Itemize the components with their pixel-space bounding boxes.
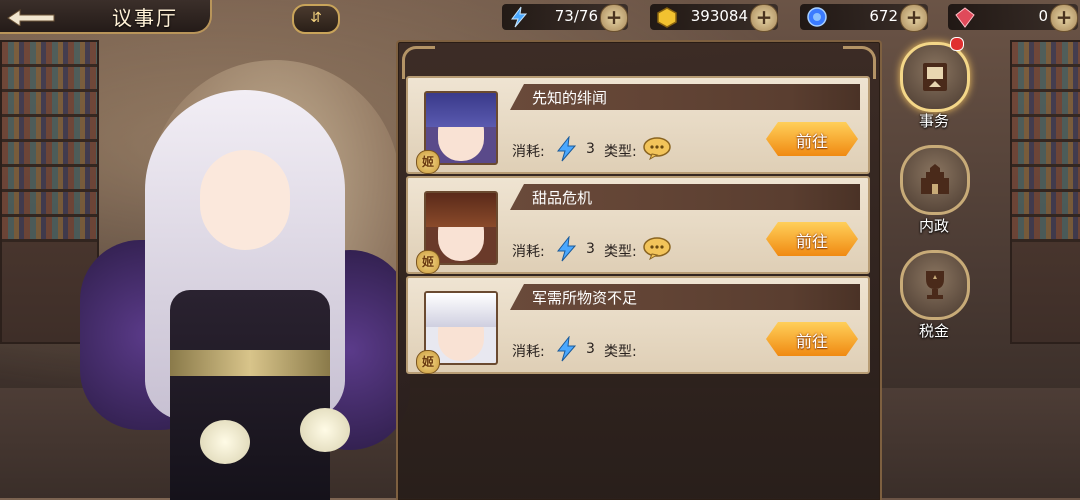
notification-dot [950,37,964,51]
task-card: 姬 军需所物资不足 消耗: 3 类型: 前往 [406,276,870,374]
stamina-value: 73/76 [554,7,598,25]
side-menu-affairs[interactable] [900,42,970,112]
princess-badge: 姬 [416,250,440,274]
cost-value: 3 [586,141,595,157]
scroll-icon: ⇵ [310,10,322,26]
stamina-add-button[interactable]: + [600,4,628,32]
task-card: 姬 甜品危机 消耗: 3 类型: 前往 [406,176,870,274]
resource-red-gem: 0 + [948,4,1078,32]
cost-value: 3 [586,341,595,357]
cost-label: 消耗: [512,344,545,360]
task-panel: 姬 先知的绯闻 消耗: 3 类型: 前往 姬 甜品危机 消耗: 3 类型: 前往… [396,40,882,500]
type-label: 类型: [604,344,637,360]
task-title: 军需所物资不足 [532,289,638,307]
back-arrow-icon [7,9,55,27]
gold-add-button[interactable]: + [750,4,778,32]
princess-badge: 姬 [416,150,440,174]
red-gem-add-button[interactable]: + [1050,4,1078,32]
go-button[interactable]: 前往 [766,122,858,156]
character-illustration [60,90,410,500]
side-menu-tax[interactable] [900,250,970,320]
side-menu-domestic[interactable] [900,145,970,215]
title-plate: 议事厅 [0,0,212,34]
bookshelf-right [1010,40,1080,344]
lightning-icon [556,236,577,262]
cost-label: 消耗: [512,144,545,160]
scroll-button[interactable]: ⇵ [292,4,340,34]
red-gem-value: 0 [1038,7,1048,25]
go-button-label: 前往 [795,232,828,251]
task-title-banner: 军需所物资不足 [510,284,860,310]
resource-blue-gem: 672 + [800,4,928,32]
back-button[interactable] [6,6,56,27]
task-title: 先知的绯闻 [532,89,608,107]
task-title: 甜品危机 [532,189,593,207]
task-title-banner: 先知的绯闻 [510,84,860,110]
blue-gem-add-button[interactable]: + [900,4,928,32]
gold-value: 393084 [690,7,748,25]
page-title: 议事厅 [112,6,178,30]
go-button-label: 前往 [795,332,828,351]
affairs-icon [923,63,947,91]
cost-label: 消耗: [512,244,545,260]
panel-corner-ornament [402,46,435,79]
lightning-icon [556,336,577,362]
red-gem-icon [955,7,975,28]
go-button[interactable]: 前往 [766,222,858,256]
blue-gem-value: 672 [869,7,898,25]
resource-stamina: 73/76 + [502,4,628,32]
task-title-banner: 甜品危机 [510,184,860,210]
go-button-label: 前往 [795,132,828,151]
cost-value: 3 [586,241,595,257]
gold-icon [657,7,677,28]
type-label: 类型: [604,244,637,260]
task-card: 姬 先知的绯闻 消耗: 3 类型: 前往 [406,76,870,174]
side-menu-label: 内政 [918,217,949,235]
lightning-icon [556,136,577,162]
side-menu-label: 事务 [918,112,949,130]
princess-badge: 姬 [416,350,440,374]
trophy-icon [926,271,944,299]
chat-bubble-icon [643,237,671,260]
blue-gem-icon [807,7,827,27]
resource-gold: 393084 + [650,4,778,32]
type-label: 类型: [604,144,637,160]
panel-corner-ornament [843,46,876,79]
castle-icon [921,164,949,194]
top-bar: 议事厅 ⇵ 73/76 + 393084 + 672 + 0 + [0,0,1080,34]
side-menu-label: 税金 [918,322,949,340]
go-button[interactable]: 前往 [766,322,858,356]
chat-bubble-icon [643,137,671,160]
lightning-icon [511,6,528,28]
